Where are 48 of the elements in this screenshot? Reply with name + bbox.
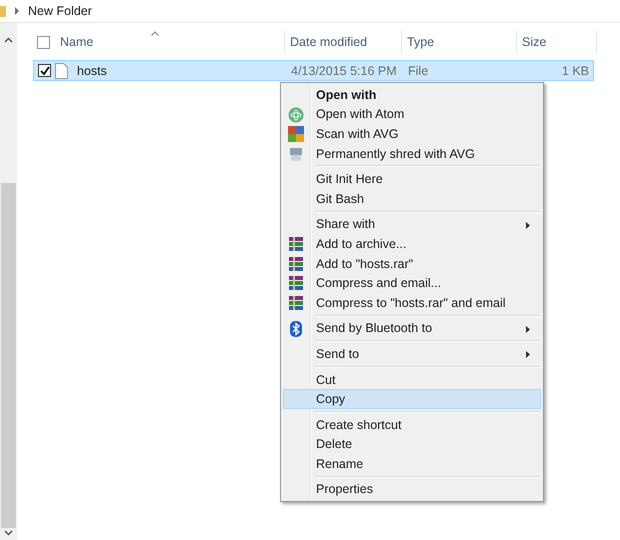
column-header: Type: [407, 35, 434, 49]
menu-item[interactable]: Open with Atom: [283, 104, 541, 124]
folder-icon: [0, 4, 6, 18]
menu-item[interactable]: Permanently shred with AVG: [283, 144, 541, 164]
menu-item[interactable]: Git Init Here: [283, 169, 541, 189]
file-row[interactable]: hosts 4/13/2015 5:16 PM File 1 KB: [33, 60, 594, 81]
books-stack-icon: [288, 294, 304, 311]
checkbox[interactable]: [38, 64, 51, 77]
menu-item[interactable]: Create shortcut: [283, 414, 541, 434]
column-header-cell[interactable]: Size: [517, 31, 597, 53]
atom-icon: [288, 106, 304, 123]
menu-item[interactable]: Add to "hosts.rar": [283, 254, 541, 274]
column-header: Size: [522, 35, 546, 49]
menu-item[interactable]: Rename: [283, 454, 541, 474]
type-cell-text: File: [407, 64, 430, 78]
menu-item[interactable]: Send to: [283, 344, 541, 364]
column-header-cell[interactable]: Date modified: [285, 31, 402, 53]
menu-item[interactable]: Compress to "hosts.rar" and email: [283, 292, 541, 313]
menu-item[interactable]: Git Bash: [283, 188, 541, 209]
bluetooth-icon: [288, 320, 304, 337]
menu-item[interactable]: Cut: [283, 370, 541, 390]
checkbox[interactable]: [37, 36, 50, 48]
column-header-cell[interactable]: Name: [33, 31, 285, 53]
menu-item[interactable]: Delete: [283, 434, 541, 454]
breadcrumb-item[interactable]: New Folder: [28, 4, 92, 18]
scrollbar[interactable]: [0, 23, 17, 540]
menu-item[interactable]: Add to archive...: [283, 234, 541, 254]
column-header-cell[interactable]: Type: [402, 31, 517, 53]
menu-item[interactable]: Compress and email...: [283, 273, 541, 293]
column-header: Name: [60, 35, 94, 49]
colored-squares-icon: [288, 126, 304, 142]
menu-item[interactable]: Scan with AVG: [283, 124, 541, 144]
file-name: hosts: [76, 64, 108, 78]
column-header: Date modified: [290, 35, 368, 49]
menu-item[interactable]: Open with: [283, 85, 541, 105]
file-icon: [55, 62, 68, 78]
scrollbar-thumb[interactable]: [1, 183, 16, 528]
menu-item[interactable]: Send by Bluetooth to: [283, 318, 541, 338]
books-stack-icon: [288, 236, 304, 252]
menu-item[interactable]: Share with: [283, 214, 541, 234]
size-cell-text: 1 KB: [560, 64, 590, 78]
date-cell-text: 4/13/2015 5:16 PM: [290, 64, 398, 78]
books-stack-icon: [288, 275, 304, 292]
books-stack-icon: [288, 256, 304, 272]
menu-item[interactable]: Copy: [283, 389, 541, 409]
menu-item[interactable]: Properties: [283, 480, 541, 500]
chevron-right-icon[interactable]: [14, 7, 20, 15]
shredder-icon: [288, 146, 304, 162]
